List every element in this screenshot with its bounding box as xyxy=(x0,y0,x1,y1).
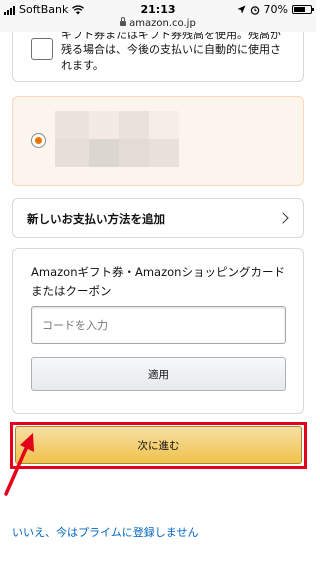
gift-balance-text: ギフト券またはギフト券残高を使用。残高が 残る場合は、今後の支払いに自動的に使用… xyxy=(61,32,293,74)
gift-balance-line-3: れます。 xyxy=(61,59,104,72)
next-button-label: 次に進む xyxy=(137,439,180,452)
status-right: 70% xyxy=(237,3,314,16)
battery-percent: 70% xyxy=(263,3,288,16)
url-bar[interactable]: amazon.co.jp xyxy=(0,16,316,32)
apply-button[interactable]: 適用 xyxy=(31,357,286,391)
coupon-section: Amazonギフト券・Amazonショッピングカード またはクーポン 適用 xyxy=(12,248,304,414)
gift-balance-line-1: ギフト券またはギフト券残高を使用。残高が xyxy=(61,32,281,41)
annotation-arrow-icon xyxy=(4,433,34,496)
gift-balance-checkbox[interactable] xyxy=(31,38,53,60)
lock-icon xyxy=(120,16,127,26)
add-payment-method-label: 新しいお支払い方法を追加 xyxy=(27,212,165,226)
decline-prime-link[interactable]: いいえ、今はプライムに登録しません xyxy=(12,524,198,540)
status-bar: SoftBank 21:13 70% xyxy=(0,0,316,20)
battery-icon xyxy=(292,5,314,14)
location-icon xyxy=(237,5,246,14)
masked-payment-info xyxy=(55,111,179,167)
coupon-code-input[interactable] xyxy=(31,306,286,344)
chevron-right-icon xyxy=(277,212,289,224)
next-button[interactable]: 次に進む xyxy=(15,426,302,464)
payment-method-card[interactable] xyxy=(12,96,304,186)
gift-balance-line-2: 残る場合は、今後の支払いに自動的に使用さ xyxy=(61,43,281,56)
coupon-title: Amazonギフト券・Amazonショッピングカード またはクーポン xyxy=(31,265,285,298)
alarm-icon xyxy=(250,5,259,15)
url-domain: amazon.co.jp xyxy=(129,18,196,29)
add-payment-method-row[interactable]: 新しいお支払い方法を追加 xyxy=(12,198,304,238)
apply-button-label: 適用 xyxy=(148,368,169,381)
payment-method-radio[interactable] xyxy=(31,133,46,148)
